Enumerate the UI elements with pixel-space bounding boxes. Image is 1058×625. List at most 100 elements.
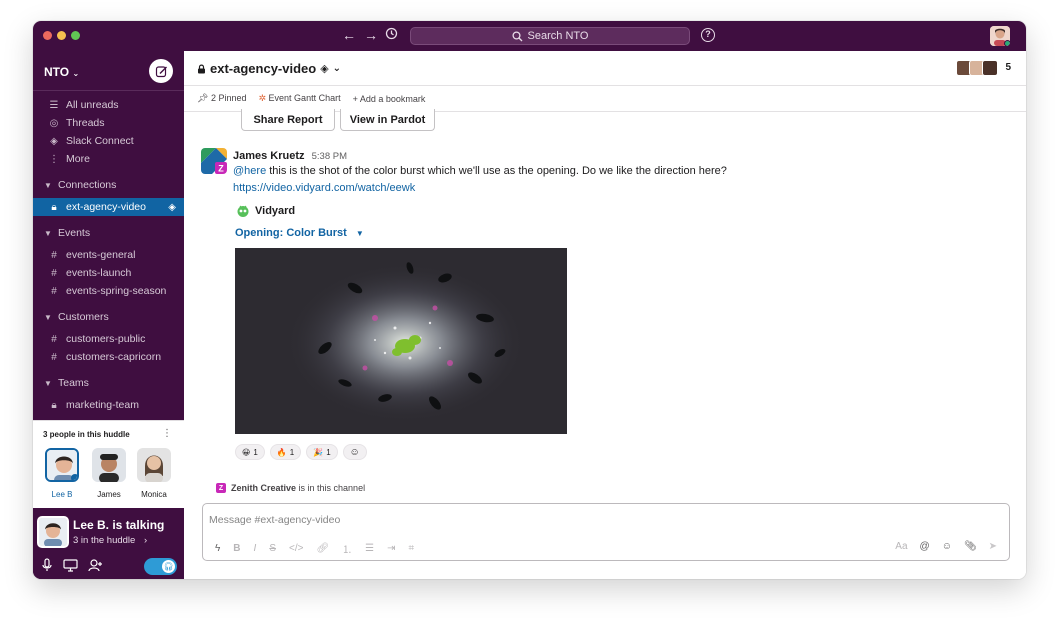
text-format-icon[interactable]: Aa bbox=[895, 541, 907, 552]
zoom-window-button[interactable] bbox=[71, 31, 80, 40]
history-icon[interactable] bbox=[383, 27, 399, 43]
message-input[interactable] bbox=[209, 514, 989, 526]
channel-title-button[interactable]: ext-agency-video ◈ ⌄ bbox=[197, 61, 341, 76]
channel-label: events-general bbox=[66, 249, 136, 261]
back-arrow-icon[interactable]: ← bbox=[341, 27, 357, 43]
headphones-icon: 🎧︎ bbox=[162, 560, 175, 573]
section-customers[interactable]: ▼ Customers bbox=[33, 308, 184, 326]
huddle-toggle[interactable]: 🎧︎ bbox=[144, 558, 177, 575]
message-avatar[interactable]: Z bbox=[201, 148, 227, 174]
gantt-bookmark[interactable]: ✲ Event Gantt Chart bbox=[258, 93, 340, 104]
sidebar-item-events-spring-season[interactable]: # events-spring-season bbox=[33, 282, 184, 300]
huddle-participant-lee-b[interactable] bbox=[45, 448, 79, 482]
add-reaction-button[interactable]: ☺︎ bbox=[342, 444, 367, 460]
code-block-icon[interactable]: ⌗ bbox=[409, 543, 415, 554]
message-time[interactable]: 5:38 PM bbox=[312, 151, 347, 162]
huddle-participant-monica[interactable] bbox=[137, 448, 171, 482]
lock-icon: 🔒︎ bbox=[51, 399, 57, 411]
workspace-switcher[interactable]: NTO ⌄ bbox=[44, 65, 79, 79]
sidebar-item-customers-capricorn[interactable]: # customers-capricorn bbox=[33, 348, 184, 366]
attachment-icon[interactable]: 📎︎ bbox=[964, 541, 977, 552]
compose-button[interactable] bbox=[149, 59, 173, 83]
reaction-emoji: 🎉 bbox=[313, 447, 324, 457]
strikethrough-icon[interactable]: S bbox=[269, 543, 276, 554]
reaction-tada[interactable]: 🎉 1 bbox=[306, 444, 338, 460]
sidebar-item-events-general[interactable]: # events-general bbox=[33, 246, 184, 264]
search-input[interactable]: Search NTO bbox=[410, 27, 690, 45]
close-window-button[interactable] bbox=[43, 31, 52, 40]
huddle-expand-button[interactable]: 3 in the huddle › bbox=[73, 535, 147, 546]
screen-share-icon[interactable] bbox=[63, 558, 78, 575]
shortcuts-lightning-icon[interactable]: ϟ bbox=[215, 543, 220, 554]
sidebar-item-all-unreads[interactable]: ☰ All unreads bbox=[33, 96, 184, 114]
user-avatar[interactable] bbox=[990, 26, 1010, 46]
mention-icon[interactable]: @ bbox=[920, 541, 930, 552]
chevron-right-icon: › bbox=[143, 535, 148, 546]
link-icon[interactable]: 🔗︎ bbox=[316, 543, 329, 554]
member-avatar bbox=[982, 60, 998, 76]
forward-arrow-icon[interactable]: → bbox=[363, 27, 379, 43]
caret-down-icon: ▼ bbox=[44, 228, 52, 238]
minimize-window-button[interactable] bbox=[57, 31, 66, 40]
reactions-row: 😀 1 🔥 1 🎉 1 ☺︎ bbox=[235, 444, 367, 460]
sidebar-item-events-launch[interactable]: # events-launch bbox=[33, 264, 184, 282]
author-name[interactable]: James Kruetz bbox=[233, 150, 305, 162]
huddle-controls bbox=[41, 558, 103, 575]
sidebar-item-slack-connect[interactable]: ◈ Slack Connect bbox=[33, 132, 184, 150]
numbered-list-icon[interactable]: ⒈ bbox=[342, 541, 352, 556]
slack-connect-icon: ◈ bbox=[50, 135, 58, 147]
reaction-fire[interactable]: 🔥 1 bbox=[269, 444, 302, 460]
emoji-icon[interactable]: ☺︎ bbox=[942, 541, 952, 552]
help-icon[interactable]: ? bbox=[701, 28, 715, 42]
org-name[interactable]: Zenith Creative bbox=[231, 483, 296, 493]
sidebar-item-marketing-team[interactable]: 🔒︎ marketing-team bbox=[33, 396, 184, 414]
here-mention[interactable]: @here bbox=[233, 165, 267, 177]
chevron-down-icon: ⌄ bbox=[332, 63, 342, 74]
presence-active-icon bbox=[1004, 40, 1010, 46]
reaction-grin[interactable]: 😀 1 bbox=[235, 444, 265, 460]
pinned-bookmark[interactable]: 📌︎ 2 Pinned bbox=[197, 93, 246, 104]
code-icon[interactable]: </> bbox=[289, 543, 303, 554]
bold-icon[interactable]: B bbox=[233, 543, 240, 554]
send-icon[interactable]: ➤ bbox=[989, 541, 997, 552]
huddle-participant-james[interactable] bbox=[92, 448, 126, 482]
sidebar-item-label: Slack Connect bbox=[66, 135, 134, 147]
section-connections[interactable]: ▼ Connections bbox=[33, 176, 184, 194]
workspace-header: NTO ⌄ bbox=[33, 51, 184, 91]
video-title-toggle[interactable]: Opening: Color Burst ▼ bbox=[235, 227, 364, 239]
section-teams[interactable]: ▼ Teams bbox=[33, 374, 184, 392]
bookmark-label: Add a bookmark bbox=[359, 93, 426, 104]
section-events[interactable]: ▼ Events bbox=[33, 224, 184, 242]
more-vertical-icon[interactable]: ⋮ bbox=[162, 428, 172, 439]
bulleted-list-icon[interactable]: ☰ bbox=[365, 543, 374, 554]
composer-actions: Aa @ ☺︎ 📎︎ ➤ bbox=[895, 541, 997, 552]
caret-down-icon: ▼ bbox=[44, 312, 52, 322]
add-person-icon[interactable] bbox=[88, 558, 103, 575]
share-report-button[interactable]: Share Report bbox=[241, 109, 335, 131]
speaker-avatar bbox=[37, 516, 69, 548]
member-count[interactable]: 5 bbox=[1005, 62, 1011, 73]
add-bookmark-button[interactable]: + Add a bookmark bbox=[353, 94, 426, 104]
indent-icon[interactable]: ⇥ bbox=[387, 543, 395, 554]
message-composer: ϟ B I S </> 🔗︎ ⒈ ☰ ⇥ ⌗ Aa @ ☺︎ 📎︎ ➤ bbox=[202, 503, 1010, 561]
sidebar-item-customers-public[interactable]: # customers-public bbox=[33, 330, 184, 348]
sidebar-item-threads[interactable]: ◎ Threads bbox=[33, 114, 184, 132]
source-name: Vidyard bbox=[255, 205, 296, 217]
reaction-count: 1 bbox=[253, 447, 258, 457]
video-link[interactable]: https://video.vidyard.com/watch/eewk bbox=[233, 182, 415, 194]
member-avatars[interactable] bbox=[956, 60, 998, 76]
microphone-icon[interactable] bbox=[41, 558, 53, 575]
italic-icon[interactable]: I bbox=[254, 543, 257, 554]
video-preview[interactable] bbox=[235, 248, 567, 434]
huddle-talking-bar: Lee B. is talking 3 in the huddle › 🎧︎ bbox=[33, 508, 184, 579]
participant-name: James bbox=[97, 490, 121, 499]
lock-icon bbox=[198, 64, 205, 73]
vidyard-icon bbox=[237, 205, 249, 217]
sidebar-item-more[interactable]: ⋮ More bbox=[33, 150, 184, 168]
sidebar-item-ext-agency-video[interactable]: 🔒︎ ext-agency-video ◈ bbox=[33, 198, 184, 216]
view-in-pardot-button[interactable]: View in Pardot bbox=[340, 109, 435, 131]
plus-icon: + bbox=[352, 93, 358, 104]
participant-name: Monica bbox=[141, 490, 167, 499]
reaction-emoji: 🔥 bbox=[276, 447, 287, 457]
title-bar: ← → Search NTO ? bbox=[33, 21, 1026, 51]
